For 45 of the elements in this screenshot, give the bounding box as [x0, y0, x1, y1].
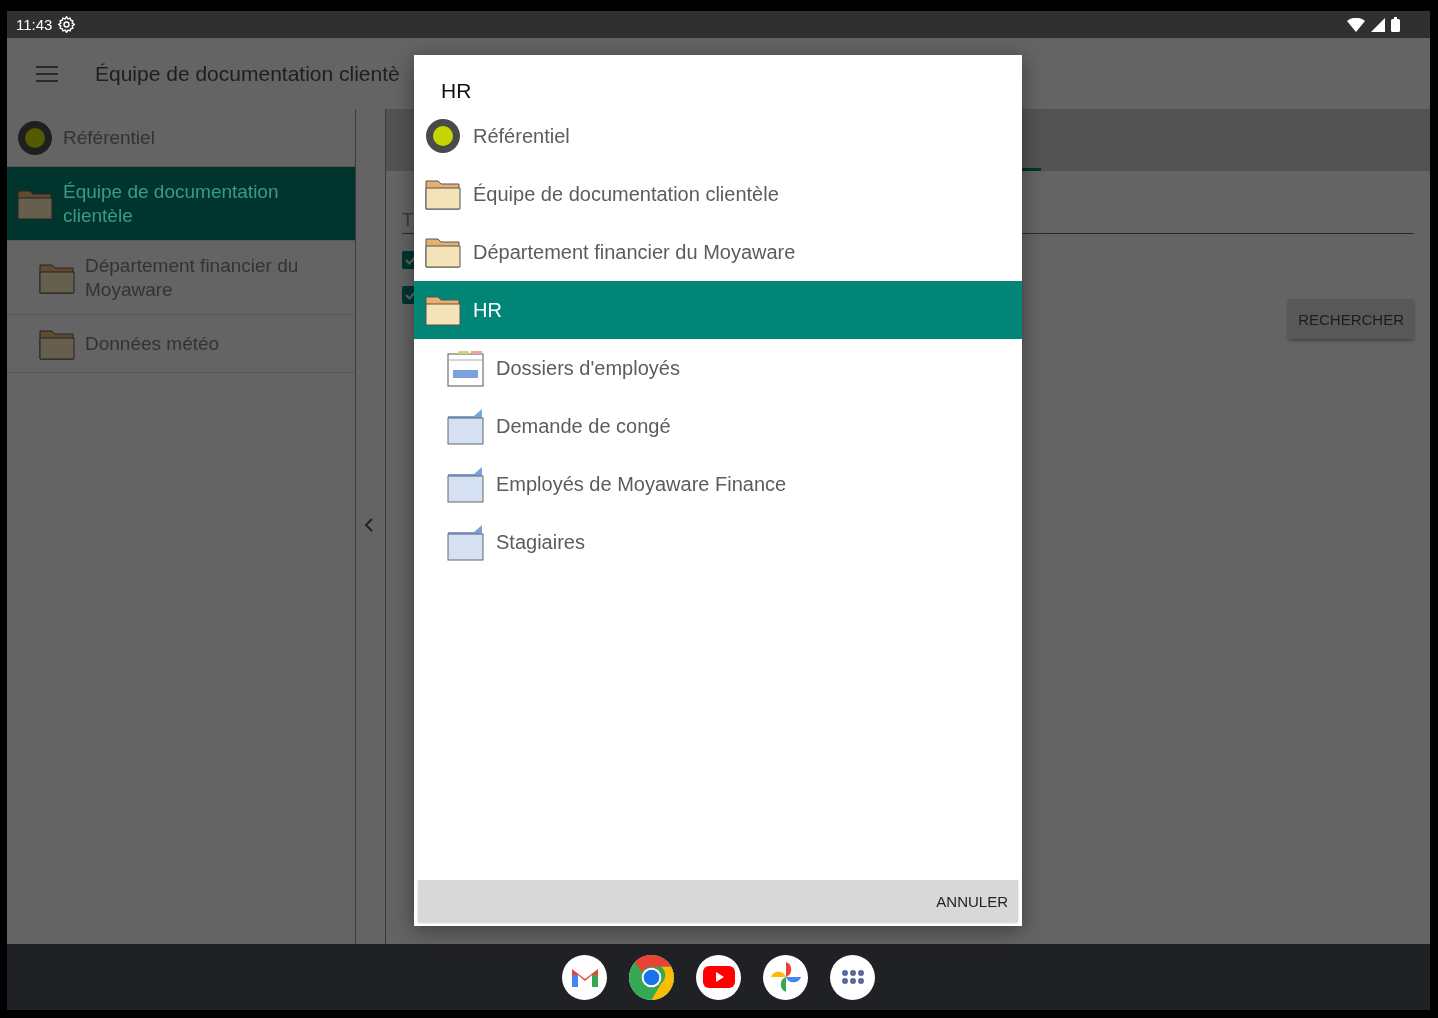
tree-item[interactable]: Employés de Moyaware Finance	[414, 455, 1022, 513]
app-launcher-button[interactable]	[696, 954, 741, 1000]
app-launcher-button[interactable]	[629, 954, 674, 1000]
item-label: Employés de Moyaware Finance	[496, 472, 787, 496]
sidebar-item[interactable]: Équipe de documentation clientèle	[7, 167, 355, 241]
repository-icon	[17, 119, 53, 156]
item-label: HR	[473, 298, 502, 322]
tree-item[interactable]: Département financier du Moyaware	[414, 223, 1022, 281]
browser-icon	[629, 954, 674, 1000]
tree-item[interactable]: Stagiaires	[414, 513, 1022, 571]
item-label: Stagiaires	[496, 530, 585, 554]
chevron-left-icon	[363, 516, 374, 533]
tree-item[interactable]: HR	[414, 281, 1022, 339]
folder-icon	[425, 177, 461, 211]
folder-icon	[425, 293, 461, 327]
tree-item[interactable]: Demande de congé	[414, 397, 1022, 455]
folder-icon	[425, 235, 461, 269]
app-launcher-button[interactable]	[830, 954, 875, 1000]
app-launcher-button[interactable]	[562, 954, 607, 1000]
pinwheel-icon	[769, 961, 802, 993]
page-title: Équipe de documentation clientè	[95, 61, 400, 86]
battery-icon	[1391, 17, 1400, 32]
signal-icon	[1371, 17, 1385, 32]
cancel-button[interactable]: ANNULER	[926, 880, 1018, 922]
gear-icon	[58, 16, 76, 33]
clock: 11:43	[16, 16, 53, 33]
item-label: Dossiers d'employés	[496, 356, 680, 380]
item-label: Demande de congé	[496, 414, 671, 438]
item-label: Équipe de documentation clientèle	[473, 182, 779, 206]
tree-item[interactable]: Dossiers d'employés	[414, 339, 1022, 397]
app-grid-icon	[841, 970, 864, 984]
app-launcher-button[interactable]	[763, 954, 808, 1000]
repository-icon	[425, 118, 461, 154]
folder-icon	[447, 523, 484, 561]
item-label: Équipe de documentation clientèle	[63, 179, 280, 228]
tree-item[interactable]: Équipe de documentation clientèle	[414, 165, 1022, 223]
folder-icon	[447, 407, 484, 445]
item-label: Département financier du Moyaware	[473, 240, 796, 264]
play-icon	[702, 966, 735, 988]
item-label: Référentiel	[473, 124, 570, 148]
dialog-title: HR	[440, 78, 473, 104]
wifi-icon	[1347, 17, 1365, 32]
document-icon	[447, 349, 484, 387]
menu-icon	[36, 65, 58, 82]
folder-icon	[447, 465, 484, 503]
